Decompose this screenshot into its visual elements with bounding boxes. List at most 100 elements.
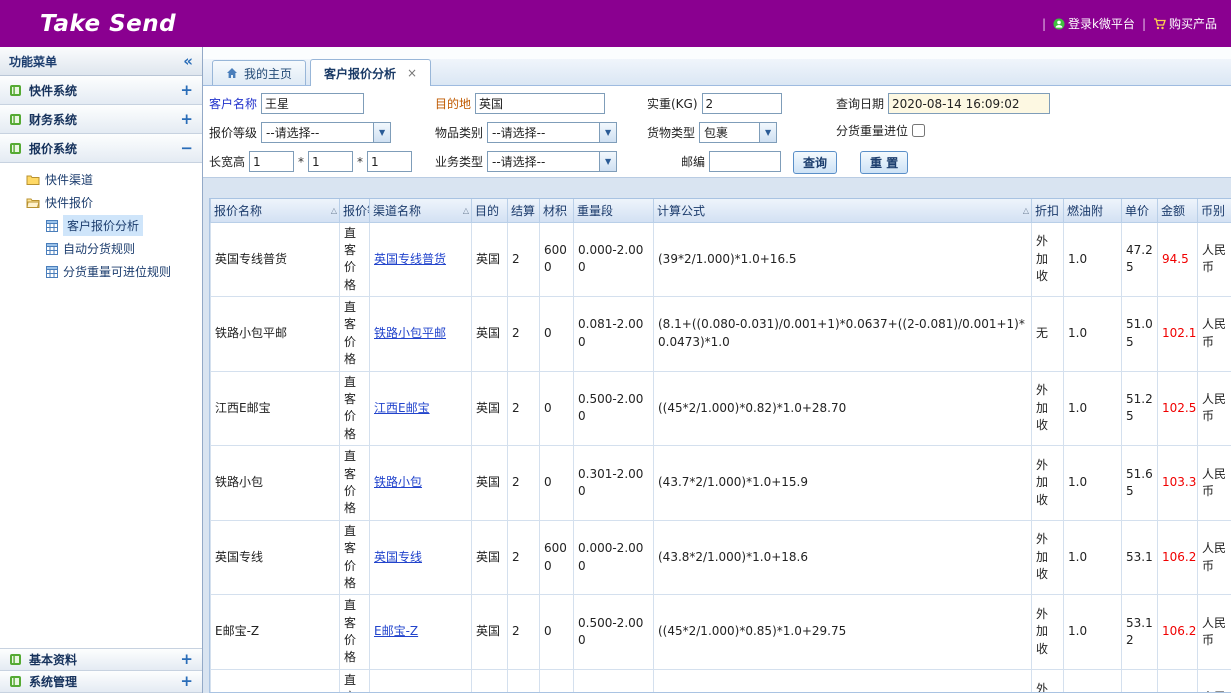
- cell-formula: ((45*2/1.000)*0.82)*1.0+28.70: [654, 371, 1032, 446]
- tree-item-customer-quote-analysis[interactable]: 客户报价分析: [0, 214, 202, 237]
- cell-name: 铁路小包: [211, 446, 340, 521]
- col-header-volume[interactable]: 材积: [540, 199, 574, 222]
- col-header-amount[interactable]: 金额: [1158, 199, 1198, 222]
- selected-value: 包裹: [700, 124, 759, 141]
- plus-icon[interactable]: +: [180, 112, 193, 127]
- cell-unit_price: 51.65: [1122, 446, 1158, 521]
- item-category-select[interactable]: --请选择-- ▼: [487, 122, 617, 143]
- weight-input[interactable]: [702, 93, 782, 114]
- weight-label: 实重(KG): [647, 95, 698, 112]
- postcode-input[interactable]: [709, 151, 781, 172]
- goods-type-select[interactable]: 包裹 ▼: [699, 122, 777, 143]
- weight-carry-label: 分货重量进位: [836, 122, 908, 139]
- plus-icon[interactable]: +: [180, 83, 193, 98]
- cell-currency: 人民币: [1198, 222, 1231, 297]
- sidebar-item-finance-system[interactable]: 财务系统 +: [0, 105, 202, 134]
- cell-level: 直客价格: [340, 446, 370, 521]
- query-form: 客户名称 目的地 实重(KG) 查询日期 报价等级: [203, 86, 1231, 178]
- weight-carry-checkbox[interactable]: [912, 124, 925, 137]
- query-date-label: 查询日期: [836, 95, 884, 112]
- query-button[interactable]: 查询: [793, 151, 837, 174]
- plus-icon[interactable]: +: [180, 674, 193, 689]
- channel-link[interactable]: 江西E邮宝: [374, 401, 430, 415]
- col-header-formula[interactable]: 计算公式△: [654, 199, 1032, 222]
- business-type-select[interactable]: --请选择-- ▼: [487, 151, 617, 172]
- channel-link[interactable]: E邮宝-Z: [374, 624, 418, 638]
- table-header-row: 报价名称△报价等渠道名称△目的结算材积重量段计算公式△折扣燃油附单价金额币别: [211, 199, 1231, 222]
- sidebar-item-quote-system[interactable]: 报价系统 −: [0, 134, 202, 163]
- reset-button[interactable]: 重 置: [860, 151, 908, 174]
- sidebar: 功能菜单 « 快件系统 + 财务系统 + 报价系统 −: [0, 47, 203, 693]
- sidebar-item-system-management[interactable]: 系统管理 +: [0, 671, 202, 693]
- col-header-settle[interactable]: 结算: [508, 199, 540, 222]
- close-icon[interactable]: ×: [407, 66, 417, 80]
- cell-fuel: 1.0: [1064, 371, 1122, 446]
- cell-dest: 英国: [472, 669, 508, 693]
- col-header-dest[interactable]: 目的: [472, 199, 508, 222]
- tree-item-weight-carry-rules[interactable]: 分货重量可进位规则: [0, 260, 202, 283]
- grid-icon: [46, 266, 58, 278]
- cell-settle: 2: [508, 669, 540, 693]
- login-link[interactable]: 登录k微平台: [1053, 15, 1135, 32]
- query-date-input[interactable]: [888, 93, 1050, 114]
- sidebar-item-basic-data[interactable]: 基本资料 +: [0, 649, 202, 671]
- cell-fuel: 1.0: [1064, 297, 1122, 372]
- cell-level: 直客价格: [340, 520, 370, 595]
- panel-gap: [203, 178, 1231, 198]
- minus-icon[interactable]: −: [180, 141, 193, 156]
- tab-customer-quote-analysis[interactable]: 客户报价分析 ×: [310, 59, 431, 86]
- col-header-currency[interactable]: 币别: [1198, 199, 1231, 222]
- col-header-discount[interactable]: 折扣: [1032, 199, 1064, 222]
- quote-level-select[interactable]: --请选择-- ▼: [261, 122, 391, 143]
- buy-product-link[interactable]: 购买产品: [1153, 15, 1217, 32]
- tree-item-express-channel[interactable]: 快件渠道: [0, 168, 202, 191]
- cell-dest: 英国: [472, 446, 508, 521]
- width-input[interactable]: [308, 151, 353, 172]
- length-input[interactable]: [249, 151, 294, 172]
- channel-link[interactable]: 铁路小包: [374, 475, 422, 489]
- goods-type-label: 货物类型: [647, 124, 695, 141]
- plus-icon[interactable]: +: [180, 652, 193, 667]
- tree-item-label: 分货重量可进位规则: [63, 263, 171, 280]
- channel-link[interactable]: 英国专线: [374, 550, 422, 564]
- sort-asc-icon[interactable]: △: [1023, 206, 1029, 215]
- cell-channel: 英国专线: [370, 520, 472, 595]
- app-header: Take Send | 登录k微平台 | 购买产品: [0, 0, 1231, 47]
- cell-discount: 外加收: [1032, 520, 1064, 595]
- table-row: 英国专线直客价格英国专线英国260000.000-2.000(43.8*2/1.…: [211, 520, 1231, 595]
- cell-name: 铁路小包平邮: [211, 297, 340, 372]
- cell-formula: (43.7*2/1.000)*1.0+15.9: [654, 446, 1032, 521]
- col-header-unit_price[interactable]: 单价: [1122, 199, 1158, 222]
- tree-item-express-quote[interactable]: 快件报价: [0, 191, 202, 214]
- cell-channel: 荷兰平邮小包-E: [370, 669, 472, 693]
- tab-bar: 我的主页 客户报价分析 ×: [203, 59, 1231, 86]
- cell-volume: 0: [540, 669, 574, 693]
- sort-asc-icon[interactable]: △: [463, 206, 469, 215]
- col-header-fuel[interactable]: 燃油附: [1064, 199, 1122, 222]
- collapse-sidebar-icon[interactable]: «: [183, 54, 193, 69]
- table-row: 荷兰平邮小包-E直客价格荷兰平邮小包-E英国200.000-2.000(48.0…: [211, 669, 1231, 693]
- sidebar-tree: 快件渠道 快件报价 客户报价分析 自动分货规则: [0, 163, 202, 648]
- destination-input[interactable]: [475, 93, 605, 114]
- cell-settle: 2: [508, 222, 540, 297]
- channel-link[interactable]: 英国专线普货: [374, 252, 446, 266]
- cell-fuel: 1.0: [1064, 595, 1122, 670]
- sort-asc-icon[interactable]: △: [331, 206, 337, 215]
- tree-item-auto-sorting-rules[interactable]: 自动分货规则: [0, 237, 202, 260]
- table-row: 铁路小包直客价格铁路小包英国200.301-2.000(43.7*2/1.000…: [211, 446, 1231, 521]
- tab-home[interactable]: 我的主页: [212, 60, 306, 85]
- sidebar-item-express-system[interactable]: 快件系统 +: [0, 76, 202, 105]
- customer-name-input[interactable]: [261, 93, 364, 114]
- col-header-channel[interactable]: 渠道名称△: [370, 199, 472, 222]
- channel-link[interactable]: 铁路小包平邮: [374, 326, 446, 340]
- cell-unit_price: 51.25: [1122, 371, 1158, 446]
- col-header-weight_range[interactable]: 重量段: [574, 199, 654, 222]
- col-header-name[interactable]: 报价名称△: [211, 199, 340, 222]
- cell-volume: 0: [540, 297, 574, 372]
- tab-label: 客户报价分析: [324, 65, 396, 82]
- quote-level-label: 报价等级: [209, 124, 257, 141]
- chevron-down-icon: ▼: [599, 152, 616, 171]
- cell-amount: 103.3: [1158, 446, 1198, 521]
- col-header-level[interactable]: 报价等: [340, 199, 370, 222]
- height-input[interactable]: [367, 151, 412, 172]
